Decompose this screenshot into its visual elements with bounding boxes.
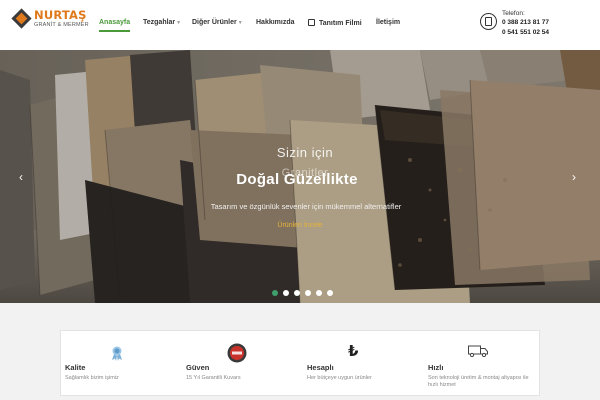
slider-dot-5[interactable]	[316, 290, 322, 296]
nav-label: Tanıtım Filmi	[319, 20, 362, 27]
hero-pretitle: Sizin için	[276, 145, 334, 160]
feature-desc: Her bütçeye uygun ürünler	[307, 375, 372, 381]
nav-label: İletişim	[376, 19, 401, 26]
film-icon	[308, 19, 315, 26]
nav-label: Anasayfa	[99, 19, 131, 26]
nav-item-iletisim[interactable]: İletişim	[376, 19, 400, 26]
slider-prev-arrow-icon[interactable]: ‹	[19, 170, 23, 184]
nav-label: Tezgahlar	[143, 19, 176, 26]
feature-hesapli: ₺ Hesaplı Her bütçeye uygun ürünler	[303, 331, 423, 397]
slider-dot-6[interactable]	[327, 290, 333, 296]
slider-next-arrow-icon[interactable]: ›	[572, 170, 576, 184]
lira-icon: ₺	[348, 342, 359, 360]
guarantee-badge-icon	[227, 343, 247, 363]
feature-desc: Sağlamlık bizim işimiz	[65, 375, 119, 381]
nav-item-hakkimizda[interactable]: Hakkımızda	[256, 19, 295, 26]
chevron-down-icon: ▼	[237, 20, 243, 26]
nav-item-tezgahlar[interactable]: Tezgahlar▼	[143, 19, 181, 26]
nav-item-tanitim-filmi[interactable]: Tanıtım Filmi	[308, 19, 362, 27]
award-ribbon-icon	[112, 346, 122, 361]
phone-number-1[interactable]: 0 388 213 81 77	[502, 19, 549, 26]
nav-item-anasayfa[interactable]: Anasayfa	[99, 19, 131, 32]
nav-label: Hakkımızda	[256, 19, 295, 26]
nav-label: Diğer Ürünler	[192, 19, 237, 26]
slider-dot-1[interactable]	[272, 290, 278, 296]
logo-mark-icon	[11, 8, 32, 29]
site-header: NURTAŞ GRANİT & MERMER Anasayfa Tezgahla…	[0, 0, 600, 50]
feature-title: Kalite	[65, 363, 86, 372]
phone-label: Telefon:	[502, 10, 525, 17]
feature-guven: Güven 15 Yıl Garantili Kuvars	[182, 331, 302, 397]
hero-slider: Sizin için Granitler Doğal Güzellikte Ta…	[0, 50, 600, 303]
feature-title: Hızlı	[428, 363, 444, 372]
hero-cta-link[interactable]: Ürünleri İncele	[0, 222, 600, 229]
feature-desc: Son teknoloji üretim & montaj altyapısı …	[428, 375, 529, 388]
brand-logo[interactable]: NURTAŞ GRANİT & MERMER	[11, 8, 89, 31]
nav-item-diger-urunler[interactable]: Diğer Ürünler▼	[192, 19, 243, 26]
hero-description: Tasarım ve özgünlük sevenler için mükemm…	[210, 202, 402, 211]
feature-title: Hesaplı	[307, 363, 334, 372]
hero-title: Doğal Güzellikte	[236, 171, 358, 188]
feature-hizli: Hızlı Son teknoloji üretim & montaj alty…	[424, 331, 544, 397]
phone-icon	[480, 13, 497, 30]
slider-dot-3[interactable]	[294, 290, 300, 296]
feature-strip: Kalite Sağlamlık bizim işimiz Güven 15 Y…	[60, 330, 540, 396]
feature-desc: 15 Yıl Garantili Kuvars	[186, 375, 241, 381]
brand-tagline: GRANİT & MERMER	[34, 22, 89, 28]
slider-dot-2[interactable]	[283, 290, 289, 296]
slider-dot-4[interactable]	[305, 290, 311, 296]
phone-number-2[interactable]: 0 541 551 02 54	[502, 29, 549, 36]
brand-name: NURTAŞ	[34, 8, 87, 22]
feature-kalite: Kalite Sağlamlık bizim işimiz	[61, 331, 181, 397]
chevron-down-icon: ▼	[176, 20, 182, 26]
feature-title: Güven	[186, 363, 210, 372]
delivery-truck-icon	[468, 345, 488, 357]
